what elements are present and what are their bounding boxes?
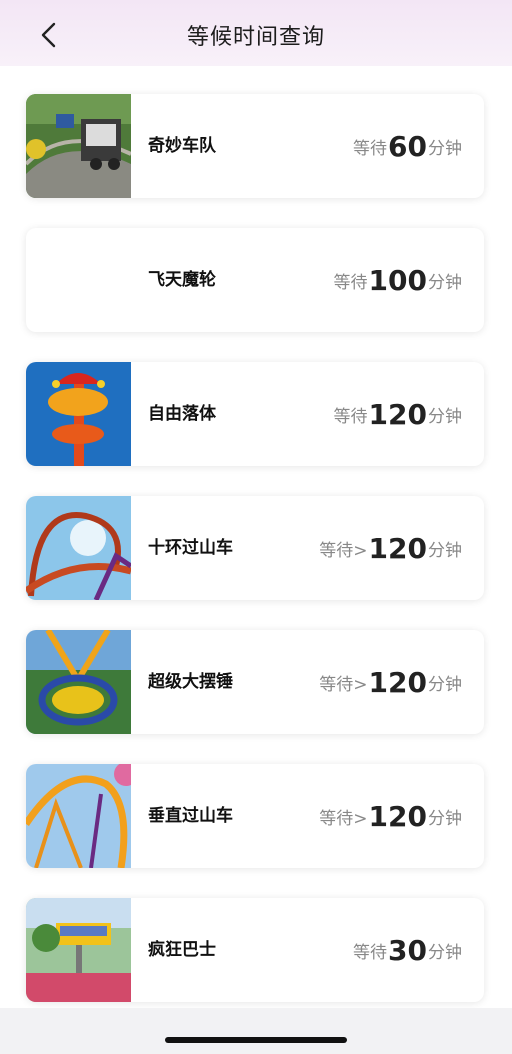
ride-card-2[interactable]: 飞天魔轮 等待 100 分钟: [26, 228, 484, 332]
ride-name: 飞天魔轮: [148, 270, 216, 290]
wait-time: 等待> 120 分钟: [319, 630, 462, 734]
wait-prefix: 等待: [333, 272, 368, 293]
wait-minutes: 30: [388, 933, 427, 967]
wait-prefix: 等待>: [319, 808, 368, 829]
ride-card-4[interactable]: 十环过山车 等待> 120 分钟: [26, 496, 484, 600]
home-indicator[interactable]: [165, 1037, 347, 1043]
wait-unit: 分钟: [428, 942, 462, 963]
wait-unit: 分钟: [428, 272, 462, 293]
wait-minutes: 100: [368, 263, 427, 297]
ride-name: 垂直过山车: [148, 806, 233, 826]
ride-name: 疯狂巴士: [148, 940, 216, 960]
wait-time: 等待> 120 分钟: [319, 496, 462, 600]
bottom-safe-area: [0, 1008, 512, 1054]
ride-thumbnail-4: [26, 496, 131, 600]
wait-unit: 分钟: [428, 540, 462, 561]
ride-name: 超级大摆锤: [148, 672, 233, 692]
wait-minutes: 120: [368, 665, 427, 699]
wait-time: 等待> 120 分钟: [319, 764, 462, 868]
ride-name: 自由落体: [148, 404, 216, 424]
wait-unit: 分钟: [428, 808, 462, 829]
wait-time: 等待 120 分钟: [334, 362, 462, 466]
ride-thumbnail-6: [26, 764, 131, 868]
ride-name: 十环过山车: [148, 538, 233, 558]
ride-name: 奇妙车队: [148, 136, 216, 156]
ride-wait-list: 奇妙车队 等待 60 分钟 飞天魔轮 等待 100 分钟 自由落体 等待 120: [0, 66, 512, 1008]
wait-time: 等待 30 分钟: [353, 898, 462, 1002]
wait-minutes: 120: [368, 531, 427, 565]
ride-card-1[interactable]: 奇妙车队 等待 60 分钟: [26, 94, 484, 198]
wait-minutes: 120: [368, 397, 427, 431]
wait-prefix: 等待>: [319, 674, 368, 695]
ride-thumbnail-7: [26, 898, 131, 1002]
wait-prefix: 等待: [353, 138, 388, 159]
nav-header: 等候时间查询: [0, 0, 512, 66]
wait-minutes: 60: [388, 129, 427, 163]
wait-time: 等待 60 分钟: [353, 94, 462, 198]
wait-minutes: 120: [368, 799, 427, 833]
wait-prefix: 等待: [333, 406, 368, 427]
ride-thumbnail-5: [26, 630, 131, 734]
ride-card-5[interactable]: 超级大摆锤 等待> 120 分钟: [26, 630, 484, 734]
page-title: 等候时间查询: [186, 25, 325, 50]
ride-card-3[interactable]: 自由落体 等待 120 分钟: [26, 362, 484, 466]
ride-card-7[interactable]: 疯狂巴士 等待 30 分钟: [26, 898, 484, 1002]
wait-unit: 分钟: [428, 406, 462, 427]
wait-prefix: 等待>: [319, 540, 368, 561]
wait-unit: 分钟: [428, 674, 462, 695]
ride-thumbnail-1: [26, 94, 131, 198]
wait-time: 等待 100 分钟: [334, 228, 462, 332]
wait-prefix: 等待: [353, 942, 388, 963]
ride-card-6[interactable]: 垂直过山车 等待> 120 分钟: [26, 764, 484, 868]
ride-thumbnail-3: [26, 362, 131, 466]
wait-unit: 分钟: [428, 138, 462, 159]
